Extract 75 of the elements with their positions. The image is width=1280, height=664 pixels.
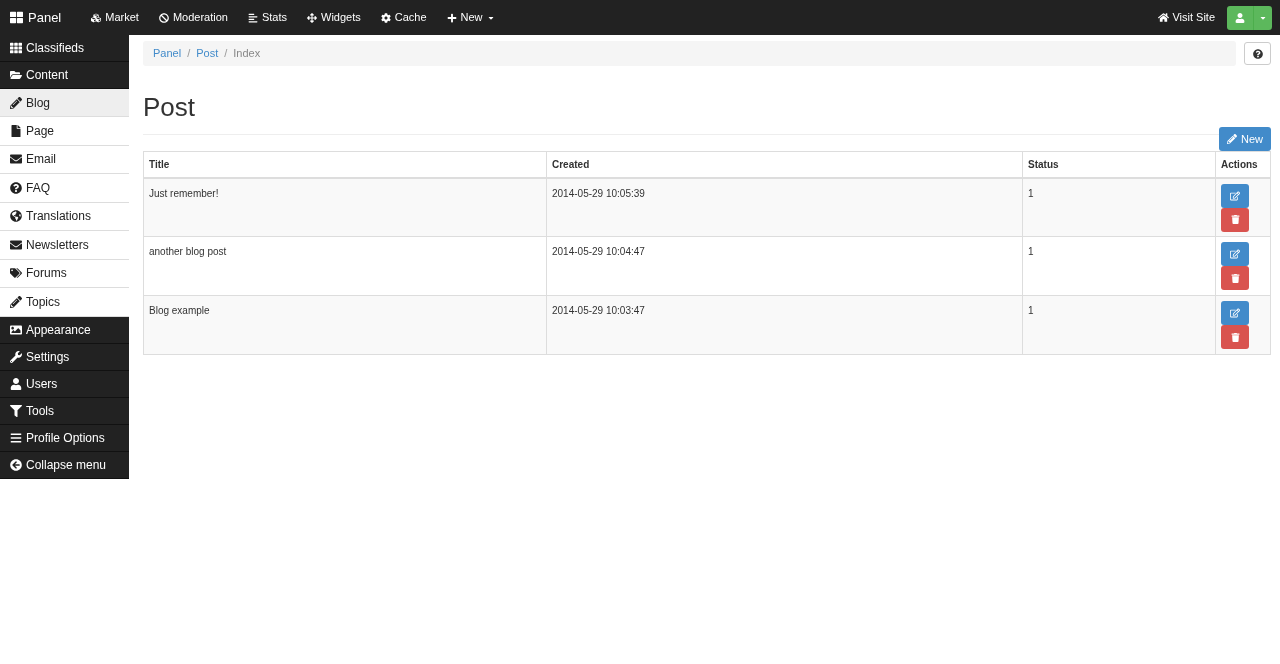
envelope-icon	[10, 238, 22, 251]
nav-link[interactable]: Widgets	[297, 9, 371, 26]
table-cell: 2014-05-29 10:05:39	[546, 177, 1023, 237]
sidebar-item[interactable]: Classifieds	[0, 35, 129, 62]
pencil-icon	[10, 96, 22, 109]
breadcrumb-separator: /	[187, 46, 191, 62]
edit-button[interactable]	[1221, 242, 1249, 266]
page-title: Post	[143, 92, 197, 122]
nav-link[interactable]: Market	[81, 9, 149, 26]
table-cell: Blog example	[143, 295, 547, 355]
visit-site-link[interactable]: Visit Site	[1158, 9, 1215, 26]
grid-icon	[10, 11, 23, 24]
list-icon	[10, 431, 22, 444]
grid-icon	[10, 42, 22, 54]
tags-icon	[10, 267, 22, 280]
ban-icon	[158, 12, 169, 23]
bars-icon	[247, 12, 258, 23]
wrench-icon	[10, 350, 22, 363]
cubes-icon	[91, 12, 102, 23]
edit-icon	[1230, 308, 1240, 318]
pencil-icon	[10, 295, 22, 308]
trash-icon	[1230, 273, 1240, 283]
new-button[interactable]: New	[1219, 127, 1271, 151]
column-header: Status	[1022, 151, 1216, 178]
nav-link[interactable]: Stats	[237, 9, 297, 26]
edit-icon	[1230, 249, 1240, 259]
trash-icon	[1230, 215, 1240, 224]
picture-icon	[10, 323, 22, 336]
sidebar-item[interactable]: Collapse menu	[0, 451, 129, 479]
sidebar-item[interactable]: Appearance	[0, 316, 129, 344]
folder-icon	[10, 69, 22, 81]
sidebar-item[interactable]: Blog	[0, 89, 129, 117]
sidebar-item[interactable]: Users	[0, 370, 129, 398]
table-cell: 2014-05-29 10:04:47	[546, 236, 1023, 296]
delete-button[interactable]	[1221, 266, 1249, 290]
move-arrows-icon	[307, 12, 317, 23]
edit-button[interactable]	[1221, 301, 1249, 325]
envelope-icon	[10, 153, 22, 166]
table-cell: 1	[1022, 295, 1216, 355]
filter-icon	[10, 404, 22, 417]
edit-icon	[1230, 190, 1240, 201]
edit-button[interactable]	[1221, 183, 1249, 208]
nav-link[interactable]: Cache	[370, 9, 437, 26]
breadcrumb-current: Index	[233, 46, 261, 62]
settings-icon	[380, 12, 391, 23]
brand-link[interactable]: Panel	[10, 7, 62, 28]
nav-link[interactable]: New	[436, 9, 505, 26]
user-icon	[1235, 12, 1245, 23]
help-button[interactable]	[1244, 42, 1271, 65]
globe-icon	[10, 210, 22, 223]
breadcrumb-separator: /	[224, 46, 228, 62]
plus-icon	[446, 12, 457, 23]
help-icon	[1252, 48, 1263, 59]
delete-button[interactable]	[1221, 207, 1249, 232]
table-cell: 1	[1022, 236, 1216, 296]
delete-button[interactable]	[1221, 325, 1249, 349]
column-header: Created	[546, 151, 1023, 178]
file-icon	[10, 124, 22, 137]
column-header: Title	[143, 151, 547, 178]
user-icon	[10, 377, 22, 390]
user-button[interactable]	[1227, 5, 1272, 30]
table-cell: another blog post	[143, 236, 547, 296]
trash-icon	[1230, 332, 1240, 342]
sidebar-item[interactable]: Tools	[0, 397, 129, 425]
table-cell: 2014-05-29 10:03:47	[546, 295, 1023, 355]
home-icon	[1158, 12, 1170, 23]
pencil-icon	[1227, 134, 1237, 144]
column-header: Actions	[1215, 151, 1271, 178]
sidebar-item[interactable]: Profile Options	[0, 424, 129, 452]
sidebar-item[interactable]: Settings	[0, 343, 129, 371]
nav-link[interactable]: Moderation	[148, 9, 238, 26]
sidebar-item[interactable]: Content	[0, 62, 129, 89]
table-cell: Just remember!	[143, 177, 547, 237]
help-icon	[10, 181, 22, 194]
table-cell: 1	[1022, 177, 1216, 237]
